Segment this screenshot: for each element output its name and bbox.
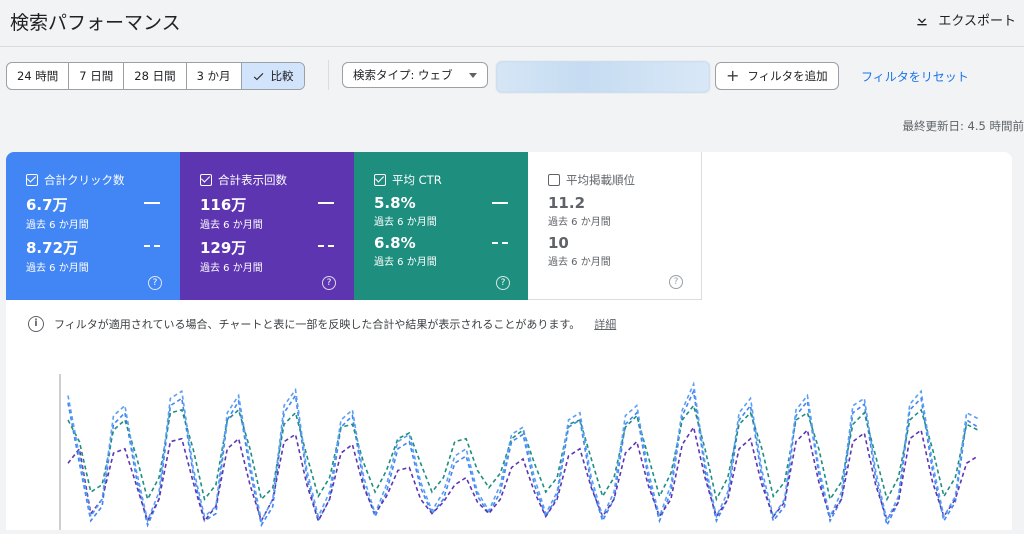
blurred-filter-chip[interactable] bbox=[496, 61, 710, 93]
metric-compare-period: 過去 6 か月間 bbox=[200, 263, 263, 274]
metric-period: 過去 6 か月間 bbox=[548, 217, 611, 228]
search-type-label: 検索タイプ: ウェブ bbox=[353, 68, 453, 82]
metric-compare-value: 10 bbox=[548, 234, 569, 252]
divider bbox=[328, 60, 329, 90]
chevron-down-icon bbox=[469, 72, 477, 78]
download-icon bbox=[917, 12, 928, 25]
metric-period: 過去 6 か月間 bbox=[26, 220, 89, 231]
checkbox-icon[interactable] bbox=[26, 174, 38, 186]
metric-card-ctr[interactable]: 平均 CTR 5.8% 過去 6 か月間 6.8% 過去 6 か月間 ? bbox=[354, 152, 528, 300]
export-label: エクスポート bbox=[938, 14, 1016, 29]
checkbox-icon[interactable] bbox=[200, 174, 212, 186]
metric-value: 116万 bbox=[200, 196, 247, 214]
metric-label: 平均 CTR bbox=[392, 173, 442, 187]
metric-value: 5.8% bbox=[374, 194, 416, 212]
checkbox-icon[interactable] bbox=[374, 174, 386, 186]
metric-label: 合計クリック数 bbox=[44, 173, 125, 187]
metric-label: 合計表示回数 bbox=[218, 173, 287, 187]
metric-compare-value: 6.8% bbox=[374, 234, 416, 252]
range-28d[interactable]: 28 日間 bbox=[124, 63, 187, 89]
metric-compare-period: 過去 6 か月間 bbox=[374, 257, 437, 268]
metric-card-impressions[interactable]: 合計表示回数 116万 過去 6 か月間 129万 過去 6 か月間 ? bbox=[180, 152, 354, 300]
series-line-2 bbox=[67, 425, 979, 523]
metric-period: 過去 6 か月間 bbox=[374, 217, 437, 228]
metric-compare-period: 過去 6 か月間 bbox=[548, 257, 611, 268]
date-range-selector: 24 時間 7 日間 28 日間 3 か月 比較 bbox=[6, 62, 305, 90]
last-updated: 最終更新日: 4.5 時間前 bbox=[902, 119, 1024, 133]
dashed-line-icon bbox=[492, 242, 508, 244]
top-bar: 検索パフォーマンス エクスポート bbox=[0, 0, 1024, 47]
metric-card-position[interactable]: 平均掲載順位 11.2 過去 6 か月間 10 過去 6 か月間 ? bbox=[528, 152, 702, 300]
metric-compare-value: 8.72万 bbox=[26, 239, 79, 257]
metric-value: 6.7万 bbox=[26, 196, 68, 214]
range-compare-label: 比較 bbox=[270, 69, 294, 83]
add-filter-label: フィルタを追加 bbox=[747, 69, 828, 83]
performance-panel: 合計クリック数 6.7万 過去 6 か月間 8.72万 過去 6 か月間 ? 合… bbox=[6, 152, 1012, 530]
filter-bar: 24 時間 7 日間 28 日間 3 か月 比較 検索タイプ: ウェブ + フィ… bbox=[0, 58, 1024, 94]
export-button[interactable]: エクスポート bbox=[914, 10, 1016, 29]
metric-label: 平均掲載順位 bbox=[566, 173, 635, 187]
range-7d[interactable]: 7 日間 bbox=[69, 63, 125, 89]
check-icon bbox=[253, 72, 263, 80]
metric-cards: 合計クリック数 6.7万 過去 6 か月間 8.72万 過去 6 か月間 ? 合… bbox=[6, 152, 702, 300]
range-24h[interactable]: 24 時間 bbox=[7, 63, 70, 89]
performance-chart bbox=[56, 374, 986, 530]
metric-compare-period: 過去 6 か月間 bbox=[26, 263, 89, 274]
solid-line-icon bbox=[144, 202, 160, 204]
details-link[interactable]: 詳細 bbox=[594, 316, 616, 332]
help-icon[interactable]: ? bbox=[496, 276, 510, 290]
page-title: 検索パフォーマンス bbox=[10, 12, 181, 34]
dashed-line-icon bbox=[144, 245, 160, 247]
range-compare[interactable]: 比較 bbox=[241, 63, 304, 89]
reset-filter-link[interactable]: フィルタをリセット bbox=[861, 68, 969, 85]
help-icon[interactable]: ? bbox=[322, 276, 336, 290]
dashed-line-icon bbox=[318, 245, 334, 247]
info-icon: i bbox=[28, 316, 44, 332]
add-filter-button[interactable]: + フィルタを追加 bbox=[715, 62, 839, 90]
filter-notice: i フィルタが適用されている場合、チャートと表に一部を反映した合計や結果が表示さ… bbox=[28, 316, 616, 332]
notice-text: フィルタが適用されている場合、チャートと表に一部を反映した合計や結果が表示される… bbox=[54, 318, 581, 331]
search-type-dropdown[interactable]: 検索タイプ: ウェブ bbox=[342, 62, 488, 88]
help-icon[interactable]: ? bbox=[148, 276, 162, 290]
plus-icon: + bbox=[726, 66, 740, 85]
line-chart bbox=[59, 374, 979, 530]
metric-card-clicks[interactable]: 合計クリック数 6.7万 過去 6 か月間 8.72万 過去 6 か月間 ? bbox=[6, 152, 180, 300]
checkbox-icon[interactable] bbox=[548, 174, 560, 186]
solid-line-icon bbox=[492, 202, 508, 204]
metric-period: 過去 6 か月間 bbox=[200, 220, 263, 231]
help-icon[interactable]: ? bbox=[669, 275, 683, 289]
metric-value: 11.2 bbox=[548, 194, 586, 212]
solid-line-icon bbox=[318, 202, 334, 204]
metric-compare-value: 129万 bbox=[200, 239, 247, 257]
range-3m[interactable]: 3 か月 bbox=[187, 63, 242, 89]
series-line-1 bbox=[67, 403, 979, 502]
